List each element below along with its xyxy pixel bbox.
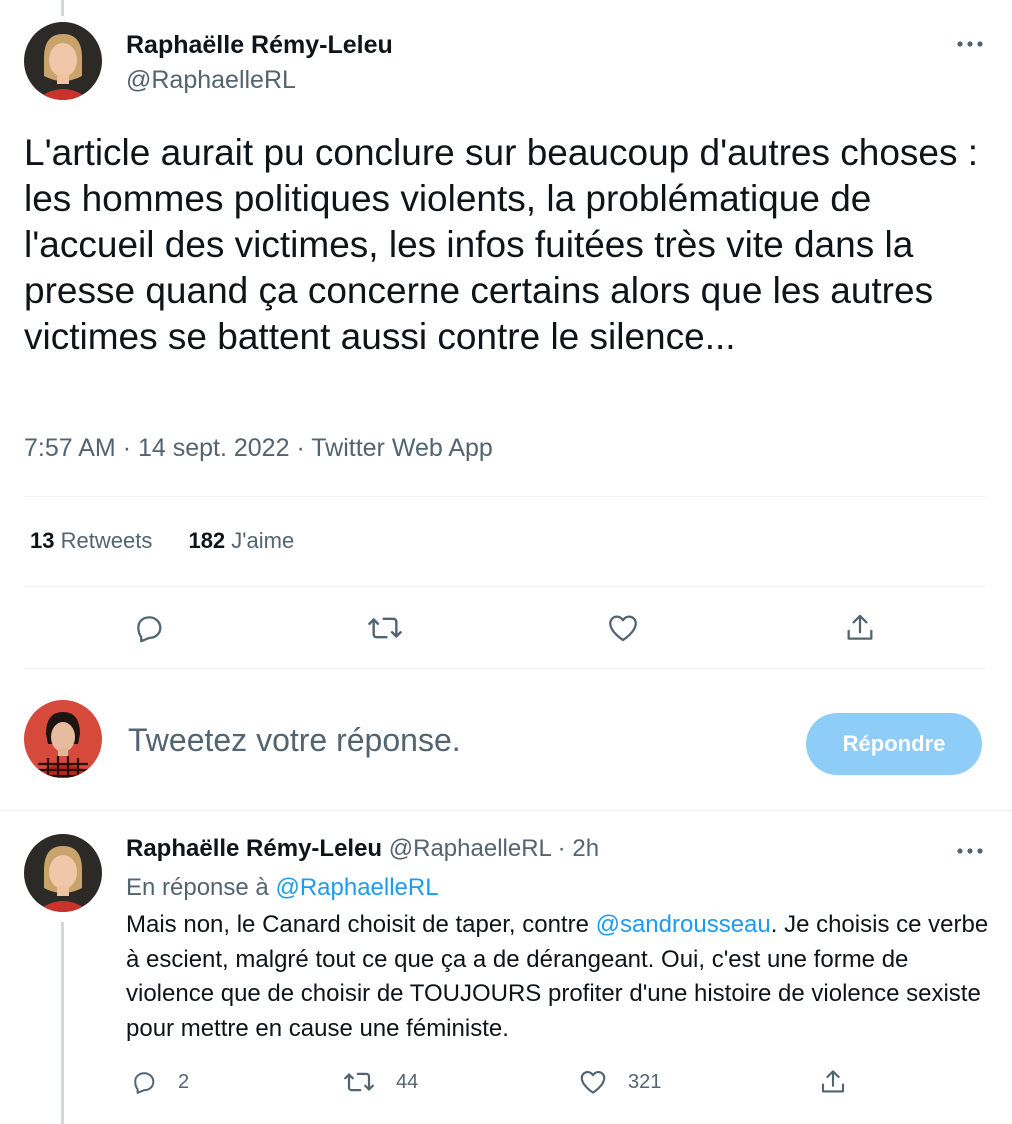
reply-retweet-button[interactable]: 44 bbox=[342, 1066, 418, 1098]
reply-text-before: Mais non, le Canard choisit de taper, co… bbox=[126, 911, 596, 938]
thread-line-top bbox=[61, 0, 64, 16]
tweet-time[interactable]: 7:57 AM bbox=[24, 434, 116, 462]
reply-reply-button[interactable]: 2 bbox=[130, 1066, 189, 1098]
reply-author-handle[interactable]: @RaphaelleRL bbox=[389, 835, 551, 862]
reply-button[interactable] bbox=[129, 608, 169, 648]
likes-stat[interactable]: 182 J'aime bbox=[188, 528, 294, 554]
reply-author-avatar[interactable] bbox=[24, 834, 102, 912]
reply-header: Raphaëlle Rémy-Leleu @RaphaelleRL · 2h bbox=[126, 835, 599, 863]
retweets-label: Retweets bbox=[60, 528, 153, 553]
in-reply-to: En réponse à @RaphaelleRL bbox=[126, 874, 439, 902]
mention-link[interactable]: @sandrousseau bbox=[596, 911, 771, 938]
author-handle[interactable]: @RaphaelleRL bbox=[126, 66, 296, 95]
like-icon bbox=[580, 1070, 606, 1094]
reply-submit-button[interactable]: Répondre bbox=[806, 713, 982, 775]
tweet-date[interactable]: 14 sept. 2022 bbox=[138, 434, 290, 462]
meta-separator: · bbox=[122, 434, 132, 462]
reply-input[interactable]: Tweetez votre réponse. bbox=[128, 722, 461, 759]
reply-text: Mais non, le Canard choisit de taper, co… bbox=[126, 908, 996, 1046]
like-icon bbox=[609, 615, 637, 642]
retweet-button[interactable] bbox=[365, 608, 405, 648]
reply-replies-count: 2 bbox=[178, 1070, 190, 1093]
share-button[interactable] bbox=[840, 608, 880, 648]
in-reply-prefix: En réponse à bbox=[126, 874, 269, 901]
reply-likes-count: 321 bbox=[628, 1070, 662, 1093]
in-reply-handle-link[interactable]: @RaphaelleRL bbox=[275, 874, 438, 901]
share-icon bbox=[821, 1070, 845, 1093]
divider bbox=[24, 586, 986, 587]
reply-icon bbox=[137, 616, 162, 643]
reply-retweets-count: 44 bbox=[396, 1070, 419, 1093]
retweet-icon bbox=[344, 1072, 374, 1092]
reply-author-name[interactable]: Raphaëlle Rémy-Leleu bbox=[126, 835, 382, 862]
divider bbox=[24, 496, 986, 497]
engagement-stats: 13 Retweets 182 J'aime bbox=[30, 528, 294, 554]
author-avatar[interactable] bbox=[24, 22, 102, 100]
reply-like-button[interactable]: 321 bbox=[578, 1066, 661, 1098]
tweet-meta: 7:57 AM · 14 sept. 2022 · Twitter Web Ap… bbox=[24, 434, 493, 463]
author-name[interactable]: Raphaëlle Rémy-Leleu bbox=[126, 31, 393, 60]
tweet-source[interactable]: Twitter Web App bbox=[311, 434, 493, 462]
reply-icon bbox=[134, 1072, 155, 1094]
share-icon bbox=[847, 614, 873, 640]
thread-line-bottom bbox=[61, 922, 64, 1124]
reply-more-options-icon[interactable] bbox=[950, 841, 990, 861]
current-user-avatar[interactable] bbox=[24, 700, 102, 778]
divider bbox=[24, 668, 986, 669]
retweets-stat[interactable]: 13 Retweets bbox=[30, 528, 152, 554]
retweet-icon bbox=[368, 617, 402, 639]
more-options-icon[interactable] bbox=[950, 34, 990, 54]
like-button[interactable] bbox=[603, 608, 643, 648]
retweets-count: 13 bbox=[30, 528, 55, 553]
likes-count: 182 bbox=[188, 528, 226, 553]
meta-separator: · bbox=[296, 434, 305, 462]
reply-age[interactable]: 2h bbox=[572, 835, 599, 862]
likes-label: J'aime bbox=[231, 528, 295, 553]
reply-separator: · bbox=[557, 835, 566, 862]
reply-share-button[interactable] bbox=[818, 1066, 868, 1098]
divider bbox=[0, 810, 1012, 811]
tweet-text: L'article aurait pu conclure sur beaucou… bbox=[24, 132, 979, 357]
